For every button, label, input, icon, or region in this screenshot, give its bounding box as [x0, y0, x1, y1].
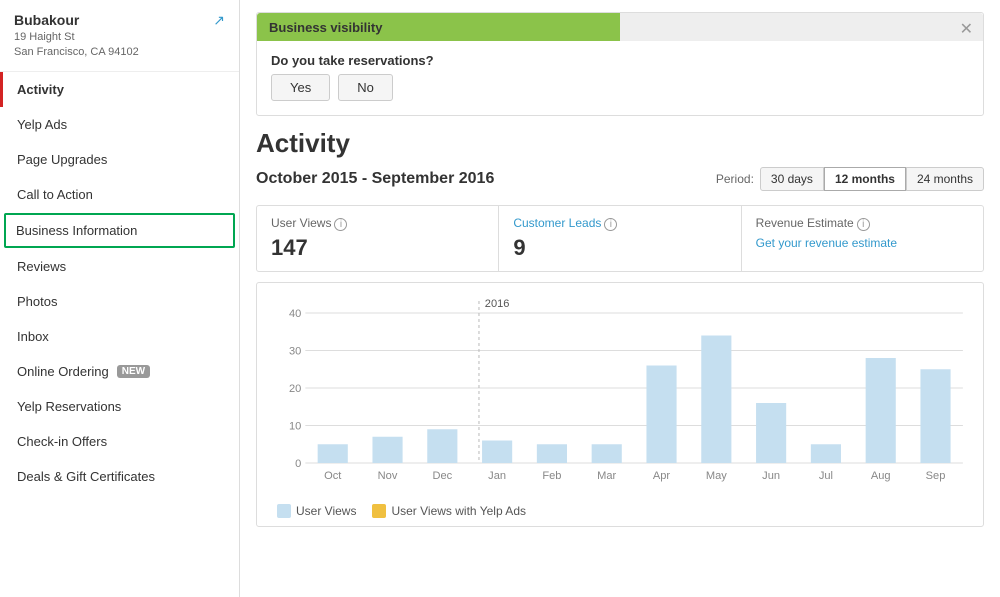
info-icon[interactable]: i: [604, 218, 617, 231]
stats-row: User Viewsi147Customer Leadsi9Revenue Es…: [256, 205, 984, 272]
sidebar-item-label: Check-in Offers: [17, 434, 107, 449]
banner-answer-buttons: Yes No: [257, 74, 983, 101]
svg-text:Mar: Mar: [597, 470, 616, 482]
sidebar-item-deals-gift-certificates[interactable]: Deals & Gift Certificates: [0, 459, 239, 494]
business-visibility-banner: Business visibility ✕ Do you take reserv…: [256, 12, 984, 116]
svg-text:Feb: Feb: [542, 470, 561, 482]
legend-color-box: [372, 504, 386, 518]
stat-cell-revenue-estimate: Revenue Estimatei Get your revenue estima…: [742, 206, 983, 271]
activity-chart: 0 10 20 30 40 2016 Oct Nov Dec Jan Feb Mar Apr May Jun…: [267, 293, 973, 493]
sidebar-item-label: Yelp Reservations: [17, 399, 121, 414]
sidebar-item-photos[interactable]: Photos: [0, 284, 239, 319]
period-range: October 2015 - September 2016: [256, 170, 494, 188]
external-link-icon[interactable]: ↗: [213, 12, 225, 29]
sidebar-item-yelp-ads[interactable]: Yelp Ads: [0, 107, 239, 142]
sidebar-item-activity[interactable]: Activity: [0, 72, 239, 107]
stat-cell-customer-leads: Customer Leadsi 9: [499, 206, 741, 271]
chart-legend: User Views User Views with Yelp Ads: [267, 496, 973, 526]
activity-section: Activity October 2015 - September 2016 P…: [240, 128, 1000, 547]
banner-question: Do you take reservations?: [257, 41, 983, 74]
period-btn-24-months[interactable]: 24 months: [906, 167, 984, 191]
svg-text:40: 40: [289, 308, 301, 320]
svg-text:Sep: Sep: [926, 470, 946, 482]
svg-text:20: 20: [289, 383, 301, 395]
period-label: Period:: [716, 172, 754, 186]
stat-cell-user-views: User Viewsi 147: [257, 206, 499, 271]
info-icon[interactable]: i: [334, 218, 347, 231]
period-btn-12-months[interactable]: 12 months: [824, 167, 906, 191]
svg-text:Aug: Aug: [871, 470, 891, 482]
sidebar-item-online-ordering[interactable]: Online Ordering NEW: [0, 354, 239, 389]
sidebar-item-label: Inbox: [17, 329, 49, 344]
sidebar-item-check-in-offers[interactable]: Check-in Offers: [0, 424, 239, 459]
stat-label-link[interactable]: Customer Leads: [513, 216, 601, 230]
sidebar-item-label: Reviews: [17, 259, 66, 274]
sidebar-item-label: Call to Action: [17, 187, 93, 202]
svg-text:Oct: Oct: [324, 470, 341, 482]
main-content: Business visibility ✕ Do you take reserv…: [240, 0, 1000, 597]
legend-color-box: [277, 504, 291, 518]
svg-text:Apr: Apr: [653, 470, 671, 482]
stat-value: 147: [271, 235, 484, 261]
stat-value: 9: [513, 235, 726, 261]
progress-bar: Business visibility ✕: [257, 13, 983, 41]
sidebar-item-yelp-reservations[interactable]: Yelp Reservations: [0, 389, 239, 424]
legend-item: User Views: [277, 504, 356, 518]
sidebar-nav: Activity Yelp Ads Page Upgrades Call to Act…: [0, 72, 239, 597]
progress-fill: Business visibility: [257, 13, 620, 41]
yes-button[interactable]: Yes: [271, 74, 330, 101]
sidebar-item-label: Photos: [17, 294, 57, 309]
svg-text:0: 0: [295, 458, 301, 470]
close-button[interactable]: ✕: [960, 19, 973, 39]
chart-container: 0 10 20 30 40 2016 Oct Nov Dec Jan Feb Mar Apr May Jun…: [256, 282, 984, 527]
svg-text:Jan: Jan: [488, 470, 506, 482]
sidebar-item-label: Business Information: [16, 223, 137, 238]
stat-label: User Viewsi: [271, 216, 484, 231]
svg-text:30: 30: [289, 346, 301, 358]
period-controls: Period: 30 days12 months24 months: [716, 167, 984, 191]
svg-text:May: May: [706, 470, 727, 482]
sidebar-item-label: Activity: [17, 82, 64, 97]
svg-text:10: 10: [289, 421, 301, 433]
sidebar-item-label: Page Upgrades: [17, 152, 107, 167]
new-badge: NEW: [117, 365, 150, 378]
business-address: 19 Haight St San Francisco, CA 94102: [14, 30, 225, 61]
legend-label: User Views with Yelp Ads: [391, 504, 526, 518]
sidebar-item-label: Yelp Ads: [17, 117, 67, 132]
activity-title: Activity: [256, 128, 984, 159]
period-btn-30-days[interactable]: 30 days: [760, 167, 824, 191]
no-button[interactable]: No: [338, 74, 393, 101]
stat-label: Customer Leadsi: [513, 216, 726, 231]
stat-label: Revenue Estimatei: [756, 216, 969, 231]
revenue-estimate-link[interactable]: Get your revenue estimate: [756, 236, 897, 250]
svg-text:Jun: Jun: [762, 470, 780, 482]
sidebar: Bubakour 19 Haight St San Francisco, CA …: [0, 0, 240, 597]
info-icon[interactable]: i: [857, 218, 870, 231]
period-row: October 2015 - September 2016 Period: 30…: [256, 167, 984, 191]
sidebar-item-call-to-action[interactable]: Call to Action: [0, 177, 239, 212]
sidebar-item-business-information[interactable]: Business Information: [4, 213, 235, 248]
sidebar-item-label: Deals & Gift Certificates: [17, 469, 155, 484]
sidebar-item-label: Online Ordering: [17, 364, 109, 379]
sidebar-item-reviews[interactable]: Reviews: [0, 249, 239, 284]
legend-item: User Views with Yelp Ads: [372, 504, 526, 518]
svg-text:Jul: Jul: [819, 470, 833, 482]
sidebar-item-page-upgrades[interactable]: Page Upgrades: [0, 142, 239, 177]
business-info-header: Bubakour 19 Haight St San Francisco, CA …: [0, 0, 239, 72]
svg-text:Nov: Nov: [378, 470, 398, 482]
svg-text:Dec: Dec: [432, 470, 452, 482]
legend-label: User Views: [296, 504, 356, 518]
business-name: Bubakour: [14, 12, 225, 28]
sidebar-item-inbox[interactable]: Inbox: [0, 319, 239, 354]
svg-text:2016: 2016: [485, 298, 510, 310]
